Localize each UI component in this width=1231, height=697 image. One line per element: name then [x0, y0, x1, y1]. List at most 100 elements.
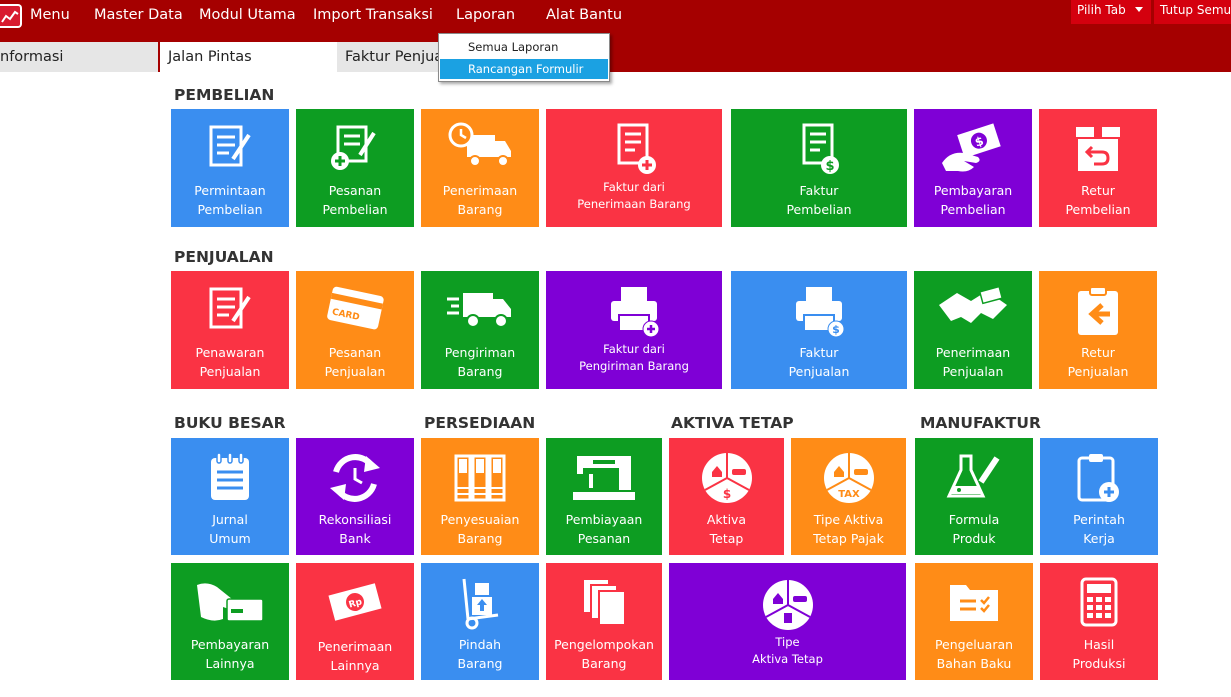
document-edit-icon: [209, 287, 251, 329]
tile-label: Pembayaran Pembelian: [933, 183, 1013, 217]
menu-menu[interactable]: Menu: [30, 7, 70, 23]
document-edit-icon: [209, 125, 251, 167]
menu-item-semua-laporan[interactable]: Semua Laporan: [440, 37, 608, 57]
svg-text:$: $: [825, 159, 834, 174]
tile-pengiriman-barang[interactable]: Pengiriman Barang: [421, 271, 539, 389]
laporan-dropdown-menu: Semua Laporan Rancangan Formulir: [438, 33, 610, 82]
tile-label: Tipe Aktiva Tetap Pajak: [813, 512, 884, 546]
documents-stack-icon: [582, 578, 626, 626]
tile-penyesuaian-barang[interactable]: Penyesuaian Barang: [421, 438, 539, 555]
tile-faktur-penjualan[interactable]: $ Faktur Penjualan: [731, 271, 907, 389]
tile-penerimaan-lainnya[interactable]: Rp Penerimaan Lainnya: [296, 563, 414, 680]
truck-clock-icon: [448, 122, 511, 167]
tile-label: Pengeluaran Bahan Baku: [934, 637, 1014, 671]
tax-pie-icon: TAX: [823, 453, 874, 503]
tile-label: Pembiayaan Pesanan: [565, 512, 643, 546]
tile-pembayaran-pembelian[interactable]: $ Pembayaran Pembelian: [914, 109, 1032, 227]
menu-import-transaksi[interactable]: Import Transaksi: [313, 7, 433, 23]
tile-pengelompokan-barang[interactable]: Pengelompokan Barang: [546, 563, 662, 680]
tile-rekonsiliasi-bank[interactable]: Rekonsiliasi Bank: [296, 438, 414, 555]
menu-modul-utama[interactable]: Modul Utama: [199, 7, 296, 23]
section-buku-besar: BUKU BESAR: [174, 414, 286, 432]
tile-label: Faktur Penjualan: [788, 345, 850, 379]
shelves-icon: [454, 454, 506, 502]
tile-pindah-barang[interactable]: Pindah Barang: [421, 563, 539, 680]
document-add-icon: [331, 125, 376, 170]
tile-label: Penerimaan Barang: [442, 183, 518, 217]
svg-text:TAX: TAX: [838, 489, 860, 500]
tile-pesanan-penjualan[interactable]: CARD Pesanan Penjualan: [296, 271, 414, 389]
menu-laporan[interactable]: Laporan: [456, 7, 515, 23]
tile-pembayaran-lainnya[interactable]: Pembayaran Lainnya: [171, 563, 289, 680]
printer-dollar-icon: $: [796, 287, 845, 338]
tile-permintaan-pembelian[interactable]: Permintaan Pembelian: [171, 109, 289, 227]
tile-formula-produk[interactable]: Formula Produk: [915, 438, 1033, 555]
tile-perintah-kerja[interactable]: Perintah Kerja: [1040, 438, 1158, 555]
section-persediaan: PERSEDIAAN: [424, 414, 536, 432]
tile-label: Penyesuaian Barang: [440, 512, 520, 546]
tile-label: Penawaran Penjualan: [195, 345, 265, 379]
tile-label: Pesanan Pembelian: [322, 183, 388, 217]
tile-pesanan-pembelian[interactable]: Pesanan Pembelian: [296, 109, 414, 227]
tile-label: Penerimaan Penjualan: [935, 345, 1011, 379]
section-aktiva-tetap: AKTIVA TETAP: [671, 414, 794, 432]
tile-penawaran-penjualan[interactable]: Penawaran Penjualan: [171, 271, 289, 389]
assets-pie-icon: [762, 580, 813, 630]
tile-label: Retur Penjualan: [1067, 345, 1129, 379]
tab-faktur-penjualan[interactable]: Faktur Penjua: [337, 42, 440, 72]
menu-item-rancangan-formulir[interactable]: Rancangan Formulir: [440, 59, 608, 79]
tile-label: Faktur dari Pengiriman Barang: [579, 342, 689, 373]
tile-pembiayaan-pesanan[interactable]: Pembiayaan Pesanan: [546, 438, 662, 555]
tile-label: Pindah Barang: [457, 637, 503, 671]
tile-label: Pengelompokan Barang: [554, 637, 654, 671]
tab-informasi[interactable]: nformasi: [0, 42, 158, 72]
tile-label: Rekonsiliasi Bank: [318, 512, 392, 546]
tile-label: Jurnal Umum: [209, 512, 251, 546]
section-pembelian: PEMBELIAN: [174, 86, 275, 104]
sewing-machine-icon: [573, 456, 635, 500]
tile-retur-penjualan[interactable]: Retur Penjualan: [1039, 271, 1157, 389]
clipboard-add-icon: [1077, 454, 1119, 502]
hand-card-icon: [197, 583, 264, 622]
tile-retur-pembelian[interactable]: Retur Pembelian: [1039, 109, 1157, 227]
tile-hasil-produksi[interactable]: Hasil Produksi: [1040, 563, 1158, 680]
menu-alat-bantu[interactable]: Alat Bantu: [546, 7, 622, 23]
assets-pie-icon: $: [701, 453, 752, 503]
delivery-truck-icon: [447, 293, 511, 328]
tile-label: Perintah Kerja: [1073, 512, 1125, 546]
tile-aktiva-tetap[interactable]: $ Aktiva Tetap: [669, 438, 784, 555]
tile-label: Pembayaran Lainnya: [190, 637, 270, 671]
caret-down-icon: [1135, 7, 1143, 12]
tile-label: Pengiriman Barang: [444, 345, 516, 379]
tile-label: Permintaan Pembelian: [194, 183, 266, 217]
money-rp-icon: Rp: [328, 583, 382, 621]
tile-penerimaan-barang[interactable]: Penerimaan Barang: [421, 109, 539, 227]
tile-faktur-pengiriman-barang[interactable]: Faktur dari Pengiriman Barang: [546, 271, 722, 389]
calculator-icon: [1080, 577, 1118, 627]
box-return-icon: [1076, 127, 1120, 171]
folder-list-icon: [950, 585, 998, 621]
tutup-semua-button[interactable]: Tutup Semua: [1154, 0, 1231, 24]
tile-faktur-penerimaan-barang[interactable]: Faktur dari Penerimaan Barang: [546, 109, 722, 227]
handshake-money-icon: [939, 285, 1007, 323]
tile-label: Formula Produk: [948, 512, 1000, 546]
menu-master-data[interactable]: Master Data: [94, 7, 183, 23]
tile-label: Tipe Aktiva Tetap: [752, 635, 823, 666]
tile-jurnal-umum[interactable]: Jurnal Umum: [171, 438, 289, 555]
tile-tipe-aktiva-tetap-pajak[interactable]: TAX Tipe Aktiva Tetap Pajak: [791, 438, 906, 555]
hand-money-icon: $: [942, 123, 1001, 172]
sync-clock-icon: [330, 454, 380, 502]
pilih-tab-button[interactable]: Pilih Tab: [1071, 0, 1151, 24]
tile-label: Penerimaan Lainnya: [317, 639, 393, 673]
invoice-dollar-icon: $: [802, 123, 839, 174]
tile-pengeluaran-bahan-baku[interactable]: Pengeluaran Bahan Baku: [915, 563, 1033, 680]
tile-label: Retur Pembelian: [1065, 183, 1131, 217]
tab-jalan-pintas[interactable]: Jalan Pintas: [160, 42, 337, 72]
tile-faktur-pembelian[interactable]: $ Faktur Pembelian: [731, 109, 907, 227]
tile-tipe-aktiva-tetap[interactable]: Tipe Aktiva Tetap: [669, 563, 906, 680]
svg-text:$: $: [722, 487, 730, 501]
app-logo-icon[interactable]: [0, 4, 22, 28]
tile-penerimaan-penjualan[interactable]: Penerimaan Penjualan: [914, 271, 1032, 389]
section-manufaktur: MANUFAKTUR: [920, 414, 1041, 432]
tile-label: Pesanan Penjualan: [324, 345, 386, 379]
